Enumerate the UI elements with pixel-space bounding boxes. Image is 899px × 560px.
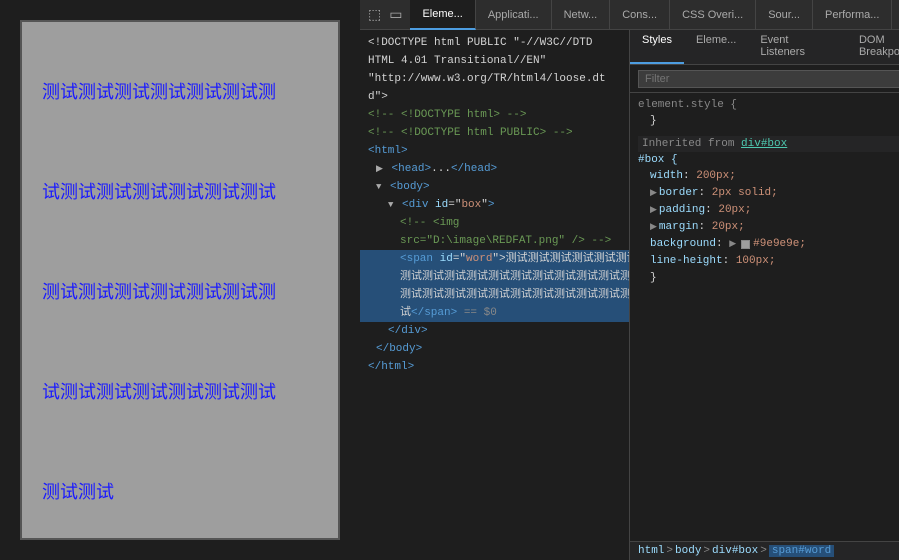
dom-breadcrumb: html > body > div#box > span#word — [630, 541, 899, 560]
tab-dom-breakpoints[interactable]: DOM Breakpoi... — [847, 30, 899, 64]
html-line: </body> — [360, 340, 629, 358]
browser-preview: 测试测试测试测试测试测试测 试测试测试测试测试测试测试 测试测试测试测试测试测试… — [20, 20, 340, 540]
html-line-highlighted-end: 试</span> == $0 — [360, 304, 629, 322]
html-line-highlighted: <span id="word">测试测试测试测试测试测试测试 — [360, 250, 629, 268]
tab-application[interactable]: Applicati... — [476, 0, 552, 30]
devtools-tab-bar: ⬚ ▭ Eleme... Applicati... Netw... Cons..… — [360, 0, 899, 30]
breadcrumb-sep: > — [760, 545, 767, 557]
css-prop-margin: ▶margin: 20px; — [638, 219, 899, 236]
box-selector: #box { — [638, 154, 899, 166]
devtools-panel: ⬚ ▭ Eleme... Applicati... Netw... Cons..… — [360, 0, 899, 560]
html-source-panel[interactable]: <!DOCTYPE html PUBLIC "-//W3C//DTD HTML … — [360, 30, 630, 560]
html-line: </div> — [360, 322, 629, 340]
inspect-icon[interactable]: ⬚ — [368, 6, 381, 23]
inherited-from-label: Inherited from div#box — [638, 136, 899, 152]
html-line: <!-- <img — [360, 214, 629, 232]
tab-memory[interactable]: Mem... — [892, 0, 899, 30]
element-style-label: element.style { — [638, 99, 899, 111]
styles-panel: Styles Eleme... Event Listeners DOM Brea… — [630, 30, 899, 560]
html-line: ▼ <div id="box"> — [360, 196, 629, 214]
tab-performance[interactable]: Performa... — [813, 0, 892, 30]
html-line: <html> — [360, 142, 629, 160]
tab-elements[interactable]: Eleme... — [410, 0, 475, 30]
box-rule-closing: } — [638, 270, 899, 287]
breadcrumb-divbox[interactable]: div#box — [712, 545, 758, 557]
tab-computed[interactable]: Eleme... — [684, 30, 748, 64]
preview-text-1: 测试测试测试测试测试测试测 — [42, 42, 318, 142]
html-line: HTML 4.01 Transitional//EN" — [360, 52, 629, 70]
css-prop-background: background: ▶#9e9e9e; — [638, 236, 899, 253]
breadcrumb-sep: > — [703, 545, 710, 557]
html-line: d"> — [360, 88, 629, 106]
tab-styles[interactable]: Styles — [630, 30, 684, 64]
devtools-main-area: <!DOCTYPE html PUBLIC "-//W3C//DTD HTML … — [360, 30, 899, 560]
color-swatch[interactable] — [741, 240, 750, 249]
preview-text-5: 测试测试 — [42, 442, 318, 540]
html-line: <!-- <!DOCTYPE html PUBLIC> --> — [360, 124, 629, 142]
css-prop-border: ▶border: 2px solid; — [638, 185, 899, 202]
styles-inner-tab-bar: Styles Eleme... Event Listeners DOM Brea… — [630, 30, 899, 65]
html-line-highlighted: 测试测试测试测试测试测试测试测试测试测试测试测试 — [360, 286, 629, 304]
tab-css-overview[interactable]: CSS Overi... — [670, 0, 756, 30]
tab-console[interactable]: Cons... — [610, 0, 670, 30]
html-line: "http://www.w3.org/TR/html4/loose.dt — [360, 70, 629, 88]
breadcrumb-html[interactable]: html — [638, 545, 664, 557]
tab-network[interactable]: Netw... — [552, 0, 611, 30]
html-line-highlighted: 测试测试测试测试测试测试测试测试测试测试测试测试测试测试 — [360, 268, 629, 286]
html-line: src="D:\image\REDFAT.png" /> --> — [360, 232, 629, 250]
tab-sources[interactable]: Sour... — [756, 0, 813, 30]
styles-filter-bar — [630, 65, 899, 93]
inherited-selector[interactable]: div#box — [741, 138, 787, 150]
css-prop-width: width: 200px; — [638, 168, 899, 185]
html-line: <!DOCTYPE html PUBLIC "-//W3C//DTD — [360, 34, 629, 52]
tab-event-listeners[interactable]: Event Listeners — [748, 30, 847, 64]
preview-text-4: 试测试测试测试测试测试测试 — [42, 342, 318, 442]
html-line: <!-- <!DOCTYPE html> --> — [360, 106, 629, 124]
devtools-icon-group: ⬚ ▭ — [360, 6, 410, 23]
breadcrumb-body[interactable]: body — [675, 545, 701, 557]
element-style-closing: } — [638, 113, 899, 130]
preview-text-2: 试测试测试测试测试测试测试 — [42, 142, 318, 242]
styles-content: element.style { } Inherited from div#box… — [630, 93, 899, 541]
preview-text-3: 测试测试测试测试测试测试测 — [42, 242, 318, 342]
styles-filter-input[interactable] — [638, 70, 899, 88]
css-prop-line-height: line-height: 100px; — [638, 253, 899, 270]
html-line: ▶ <head>...</head> — [360, 160, 629, 178]
breadcrumb-sep: > — [666, 545, 673, 557]
breadcrumb-spanword[interactable]: span#word — [769, 545, 834, 557]
html-line: </html> — [360, 358, 629, 376]
css-prop-padding: ▶padding: 20px; — [638, 202, 899, 219]
device-icon[interactable]: ▭ — [389, 6, 402, 23]
html-line: ▼ <body> — [360, 178, 629, 196]
